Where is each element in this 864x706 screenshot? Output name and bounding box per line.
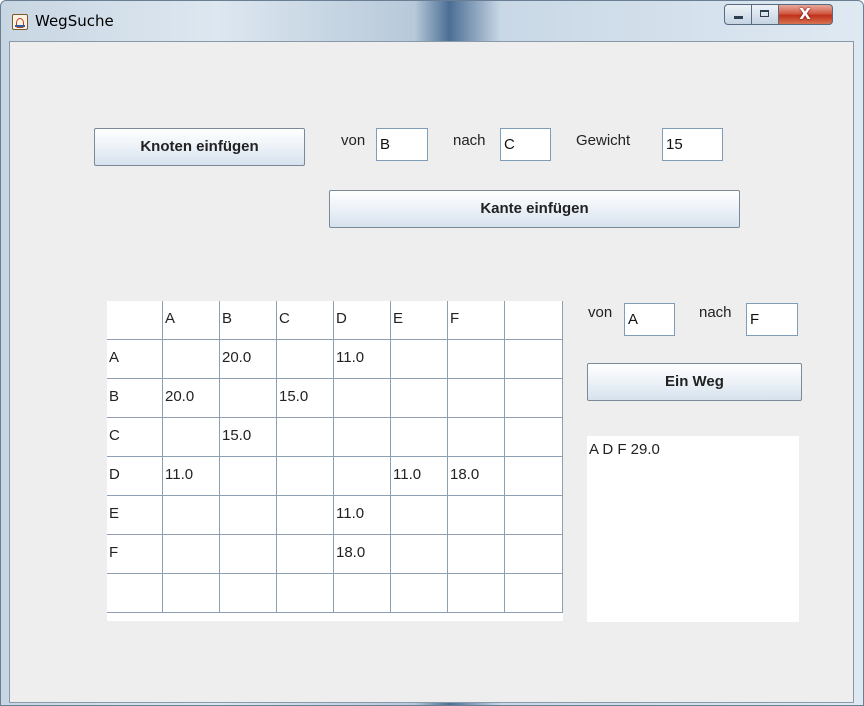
matrix-cell[interactable]: 15.0 bbox=[220, 418, 277, 457]
matrix-cell[interactable] bbox=[448, 340, 505, 379]
matrix-cell[interactable] bbox=[220, 379, 277, 418]
insert-node-button[interactable]: Knoten einfügen bbox=[94, 128, 305, 166]
matrix-cell[interactable] bbox=[505, 496, 563, 535]
title-bar[interactable]: WegSuche X bbox=[1, 1, 863, 41]
path-result-area[interactable]: A D F 29.0 bbox=[587, 436, 799, 622]
matrix-cell[interactable]: C bbox=[107, 418, 163, 457]
matrix-cell[interactable] bbox=[220, 496, 277, 535]
matrix-cell[interactable] bbox=[163, 574, 220, 613]
matrix-cell[interactable] bbox=[391, 496, 448, 535]
matrix-cell[interactable] bbox=[448, 535, 505, 574]
matrix-cell[interactable] bbox=[277, 496, 334, 535]
matrix-cell[interactable]: D bbox=[107, 457, 163, 496]
matrix-cell[interactable] bbox=[391, 418, 448, 457]
maximize-button[interactable] bbox=[752, 4, 779, 25]
window-title: WegSuche bbox=[35, 12, 114, 30]
matrix-cell[interactable]: E bbox=[107, 496, 163, 535]
matrix-cell[interactable] bbox=[391, 535, 448, 574]
path-to-field[interactable] bbox=[746, 303, 798, 336]
matrix-header-cell[interactable]: B bbox=[220, 301, 277, 340]
matrix-cell[interactable] bbox=[448, 496, 505, 535]
matrix-cell[interactable] bbox=[277, 535, 334, 574]
matrix-cell[interactable] bbox=[505, 535, 563, 574]
matrix-cell[interactable] bbox=[505, 418, 563, 457]
matrix-cell[interactable] bbox=[505, 457, 563, 496]
path-from-field[interactable] bbox=[624, 303, 675, 336]
matrix-cell[interactable]: 18.0 bbox=[448, 457, 505, 496]
matrix-cell[interactable] bbox=[277, 418, 334, 457]
find-path-button[interactable]: Ein Weg bbox=[587, 363, 802, 401]
maximize-icon bbox=[760, 10, 769, 17]
matrix-cell[interactable] bbox=[391, 340, 448, 379]
edge-to-label: nach bbox=[453, 132, 486, 149]
matrix-cell[interactable]: 20.0 bbox=[220, 340, 277, 379]
close-icon: X bbox=[799, 5, 811, 23]
matrix-cell[interactable] bbox=[448, 418, 505, 457]
matrix-cell[interactable] bbox=[163, 340, 220, 379]
matrix-cell[interactable] bbox=[163, 496, 220, 535]
close-button[interactable]: X bbox=[779, 4, 833, 25]
matrix-cell[interactable] bbox=[163, 535, 220, 574]
weight-field[interactable] bbox=[662, 128, 723, 161]
matrix-cell[interactable] bbox=[220, 574, 277, 613]
matrix-header-cell[interactable] bbox=[505, 301, 563, 340]
matrix-cell[interactable]: 18.0 bbox=[334, 535, 391, 574]
matrix-cell[interactable]: 20.0 bbox=[163, 379, 220, 418]
matrix-header-cell[interactable]: F bbox=[448, 301, 505, 340]
matrix-cell[interactable] bbox=[334, 574, 391, 613]
matrix-cell[interactable]: 15.0 bbox=[277, 379, 334, 418]
matrix-cell[interactable]: A bbox=[107, 340, 163, 379]
matrix-cell[interactable]: 11.0 bbox=[334, 496, 391, 535]
matrix-cell[interactable] bbox=[391, 379, 448, 418]
matrix-cell[interactable]: B bbox=[107, 379, 163, 418]
matrix-header-cell[interactable]: E bbox=[391, 301, 448, 340]
minimize-icon bbox=[734, 16, 743, 19]
matrix-cell[interactable]: F bbox=[107, 535, 163, 574]
matrix-header-cell[interactable]: C bbox=[277, 301, 334, 340]
matrix-cell[interactable] bbox=[505, 574, 563, 613]
matrix-cell[interactable] bbox=[220, 535, 277, 574]
matrix-cell[interactable] bbox=[391, 574, 448, 613]
matrix-cell[interactable] bbox=[277, 574, 334, 613]
matrix-cell[interactable] bbox=[334, 379, 391, 418]
matrix-cell[interactable] bbox=[107, 574, 163, 613]
path-from-label: von bbox=[588, 304, 613, 321]
matrix-cell[interactable] bbox=[448, 574, 505, 613]
matrix-cell[interactable] bbox=[163, 418, 220, 457]
matrix-cell[interactable] bbox=[334, 418, 391, 457]
matrix-cell[interactable] bbox=[505, 379, 563, 418]
edge-from-label: von bbox=[341, 132, 366, 149]
matrix-cell[interactable] bbox=[277, 457, 334, 496]
matrix-cell[interactable] bbox=[448, 379, 505, 418]
adjacency-matrix[interactable]: A B C D E F A 20.0 11.0 B 20.0 15.0 C 15.0 D 11.0 11.0 18… bbox=[107, 301, 563, 621]
matrix-cell[interactable]: 11.0 bbox=[163, 457, 220, 496]
matrix-cell[interactable] bbox=[505, 340, 563, 379]
weight-label: Gewicht bbox=[576, 132, 631, 149]
path-result-text: A D F 29.0 bbox=[589, 441, 660, 458]
app-window: WegSuche X Knoten einfügen von nach Gewi… bbox=[0, 0, 864, 706]
matrix-cell[interactable] bbox=[277, 340, 334, 379]
edge-to-field[interactable] bbox=[500, 128, 551, 161]
matrix-cell[interactable] bbox=[334, 457, 391, 496]
minimize-button[interactable] bbox=[724, 4, 752, 25]
edge-from-field[interactable] bbox=[376, 128, 428, 161]
insert-edge-button[interactable]: Kante einfügen bbox=[329, 190, 740, 228]
matrix-header-cell[interactable]: A bbox=[163, 301, 220, 340]
matrix-cell[interactable]: 11.0 bbox=[334, 340, 391, 379]
matrix-cell[interactable]: 11.0 bbox=[391, 457, 448, 496]
matrix-header-cell[interactable]: D bbox=[334, 301, 391, 340]
matrix-header-cell[interactable] bbox=[107, 301, 163, 340]
path-to-label: nach bbox=[699, 304, 732, 321]
java-cup-icon bbox=[12, 14, 28, 30]
matrix-cell[interactable] bbox=[220, 457, 277, 496]
